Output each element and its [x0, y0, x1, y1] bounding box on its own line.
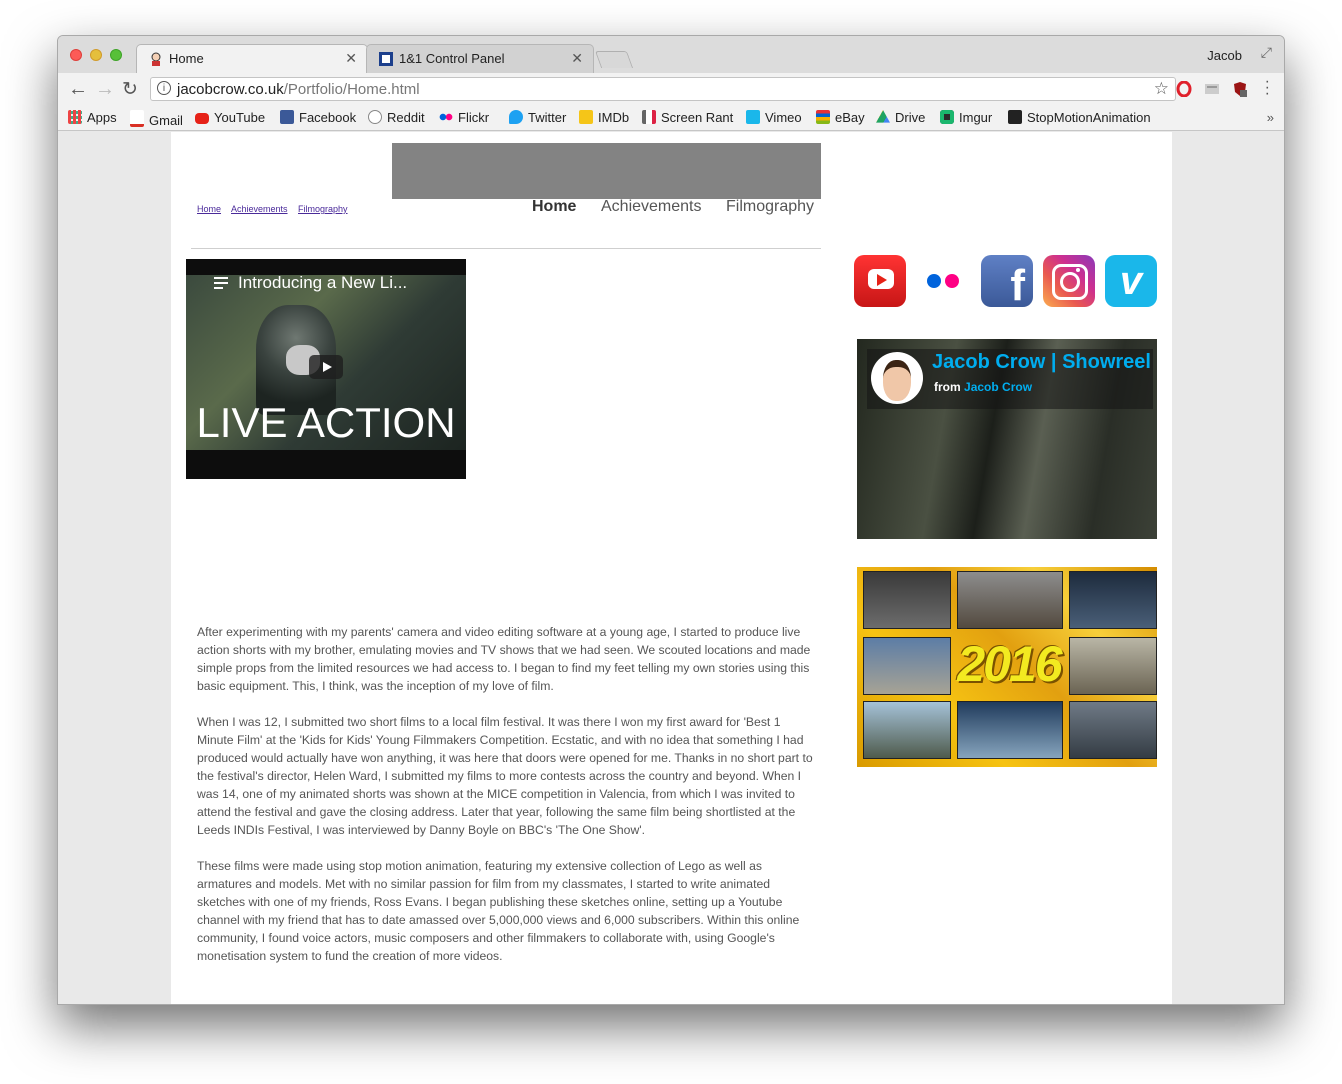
nav-home[interactable]: Home	[532, 198, 576, 216]
browser-window: Home ✕ 1&1 Control Panel ✕ Jacob ⤢ ← → ↻…	[57, 35, 1285, 1005]
video-embed[interactable]: Introducing a New Li... LIVE ACTION	[186, 259, 466, 479]
divider	[191, 248, 821, 249]
maximize-window-button[interactable]	[110, 49, 122, 61]
screenrant-icon	[642, 110, 656, 124]
bookmark-youtube[interactable]: YouTube	[195, 110, 265, 125]
site-favicon-icon	[151, 52, 161, 66]
tab-title: 1&1 Control Panel	[399, 51, 505, 66]
page-viewport: Home Achievements Filmography Home Achie…	[58, 132, 1284, 1004]
bookmark-star-icon[interactable]: ☆	[1154, 79, 1169, 99]
nav-filmography[interactable]: Filmography	[726, 198, 814, 216]
flickr-icon[interactable]	[918, 255, 970, 307]
ebay-icon	[816, 110, 830, 124]
reload-button[interactable]: ↻	[122, 78, 138, 101]
showreel-byline: from Jacob Crow	[934, 380, 1033, 394]
video-title[interactable]: Introducing a New Li...	[238, 273, 407, 293]
year-collage-image[interactable]: 2016	[857, 567, 1157, 767]
page-content: Home Achievements Filmography Home Achie…	[171, 132, 1172, 1004]
breadcrumb-home[interactable]: Home	[197, 204, 221, 214]
nav-achievements[interactable]: Achievements	[601, 198, 702, 216]
tab-title: Home	[169, 51, 204, 66]
collage-thumb	[863, 701, 951, 759]
breadcrumb-achievements[interactable]: Achievements	[231, 204, 288, 214]
imdb-icon	[579, 110, 593, 124]
bookmark-drive[interactable]: Drive	[876, 110, 925, 125]
address-bar[interactable]: i jacobcrow.co.uk/Portfolio/Home.html ☆	[150, 77, 1176, 101]
bookmark-stopmotionanimation[interactable]: StopMotionAnimation	[1008, 110, 1151, 125]
collage-thumb	[863, 571, 951, 629]
reddit-icon	[368, 110, 382, 124]
close-tab-icon[interactable]: ✕	[345, 50, 357, 67]
facebook-icon[interactable]: f	[981, 255, 1033, 307]
bookmarks-bar: Apps Gmail YouTube Facebook Reddit Flick…	[58, 105, 1284, 131]
avatar[interactable]	[871, 352, 923, 404]
youtube-icon[interactable]	[854, 255, 906, 307]
extension-icon[interactable]	[1204, 81, 1220, 97]
profile-name[interactable]: Jacob	[1207, 48, 1242, 63]
showreel-author-link[interactable]: Jacob Crow	[964, 380, 1032, 394]
minimize-window-button[interactable]	[90, 49, 102, 61]
drive-icon	[876, 110, 890, 123]
stopmotion-icon	[1008, 110, 1022, 124]
bookmark-vimeo[interactable]: Vimeo	[746, 110, 802, 125]
bookmark-imdb[interactable]: IMDb	[579, 110, 629, 125]
collage-thumb	[1069, 637, 1157, 695]
showreel-video-embed[interactable]: Jacob Crow | Showreel from Jacob Crow	[857, 339, 1157, 539]
gmail-icon	[130, 110, 144, 127]
close-window-button[interactable]	[70, 49, 82, 61]
bio-paragraph: When I was 12, I submitted two short fil…	[197, 715, 813, 837]
bookmark-twitter[interactable]: Twitter	[509, 110, 566, 125]
bookmark-gmail[interactable]: Gmail	[130, 110, 183, 128]
showreel-title[interactable]: Jacob Crow | Showreel	[932, 351, 1151, 374]
more-bookmarks-icon[interactable]: »	[1267, 110, 1274, 125]
toolbar: ← → ↻ i jacobcrow.co.uk/Portfolio/Home.h…	[58, 73, 1284, 105]
collage-thumb	[1069, 571, 1157, 629]
collage-thumb	[957, 571, 1063, 629]
collage-thumb	[1069, 701, 1157, 759]
biography-text: After experimenting with my parents' cam…	[197, 623, 815, 983]
bookmark-ebay[interactable]: eBay	[816, 110, 865, 125]
video-overlay-text: LIVE ACTION	[196, 399, 456, 446]
url-host: jacobcrow.co.uk	[177, 81, 284, 98]
bookmark-facebook[interactable]: Facebook	[280, 110, 356, 125]
youtube-icon	[195, 113, 209, 124]
info-icon[interactable]: i	[157, 81, 171, 95]
bookmark-flickr[interactable]: Flickr	[439, 110, 489, 125]
forward-button[interactable]: →	[95, 78, 115, 101]
bookmark-apps[interactable]: Apps	[68, 110, 117, 125]
apps-grid-icon	[68, 110, 82, 124]
imgur-icon	[940, 110, 954, 124]
flickr-icon	[439, 110, 453, 124]
tab-control-panel[interactable]: 1&1 Control Panel ✕	[366, 44, 594, 73]
collage-thumb	[863, 637, 951, 695]
collage-thumb	[957, 701, 1063, 759]
control-panel-favicon-icon	[379, 52, 393, 66]
url-text: jacobcrow.co.uk/Portfolio/Home.html	[177, 81, 420, 98]
bio-paragraph: After experimenting with my parents' cam…	[197, 625, 811, 693]
bookmark-reddit[interactable]: Reddit	[368, 110, 425, 125]
playlist-icon	[214, 277, 228, 292]
bookmark-imgur[interactable]: Imgur	[940, 110, 992, 125]
opera-extension-icon[interactable]	[1176, 81, 1192, 97]
new-tab-button[interactable]	[594, 51, 634, 68]
breadcrumb-filmography[interactable]: Filmography	[298, 204, 348, 214]
facebook-icon	[280, 110, 294, 124]
twitter-icon	[509, 110, 523, 124]
bookmark-screen-rant[interactable]: Screen Rant	[642, 110, 733, 125]
close-tab-icon[interactable]: ✕	[571, 50, 583, 67]
instagram-icon[interactable]	[1043, 255, 1095, 307]
collage-year: 2016	[957, 636, 1062, 692]
play-button[interactable]	[309, 355, 343, 379]
bio-paragraph: These films were made using stop motion …	[197, 859, 800, 963]
tab-home[interactable]: Home ✕	[136, 44, 368, 73]
back-button[interactable]: ←	[68, 78, 88, 101]
vimeo-icon	[746, 110, 760, 124]
ublock-extension-icon[interactable]	[1232, 81, 1248, 97]
menu-icon[interactable]: · · ·	[1265, 74, 1270, 102]
url-path: /Portfolio/Home.html	[283, 81, 420, 98]
title-bar: Home ✕ 1&1 Control Panel ✕ Jacob ⤢	[58, 36, 1284, 73]
fullscreen-icon[interactable]: ⤢	[1261, 44, 1272, 61]
header-banner	[392, 143, 821, 199]
vimeo-icon[interactable]: v	[1105, 255, 1157, 307]
